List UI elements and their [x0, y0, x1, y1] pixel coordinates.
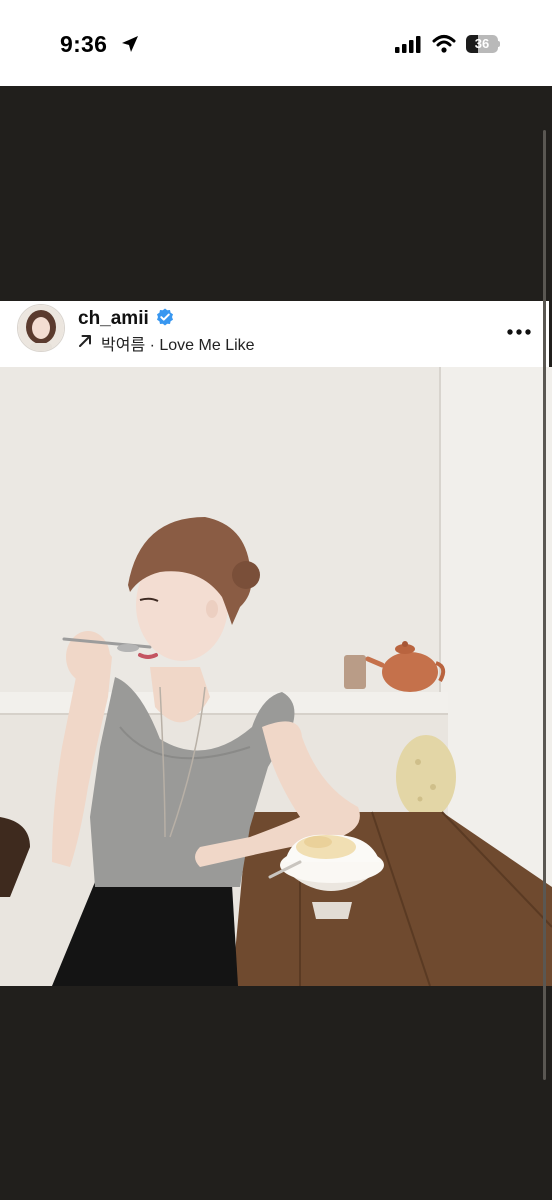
scroll-indicator[interactable] [543, 130, 546, 1080]
verified-badge-icon [156, 308, 174, 331]
post-header: ch_amii 박여름 · Love Me Like [0, 301, 549, 367]
avatar[interactable] [17, 304, 65, 352]
music-label: 박여름 · Love Me Like [101, 337, 255, 354]
battery-level-text: 36 [474, 36, 490, 51]
status-bar: 9:36 36 [0, 0, 552, 86]
more-options-icon[interactable] [506, 323, 532, 335]
battery-body: 36 [466, 35, 498, 53]
cellular-signal-icon [395, 36, 423, 58]
post-photo[interactable] [0, 367, 552, 986]
battery-icon: 36 [466, 35, 500, 53]
music-info[interactable]: 박여름 · Love Me Like [78, 331, 255, 355]
wifi-icon [432, 34, 456, 59]
location-arrow-icon [120, 34, 140, 59]
username[interactable]: ch_amii [78, 308, 149, 330]
music-arrow-icon [78, 334, 92, 353]
dark-background-top [0, 86, 552, 301]
username-row[interactable]: ch_amii [78, 306, 174, 331]
battery-tip [498, 41, 500, 47]
dark-background-bottom [0, 986, 552, 1200]
status-time: 9:36 [60, 31, 108, 57]
